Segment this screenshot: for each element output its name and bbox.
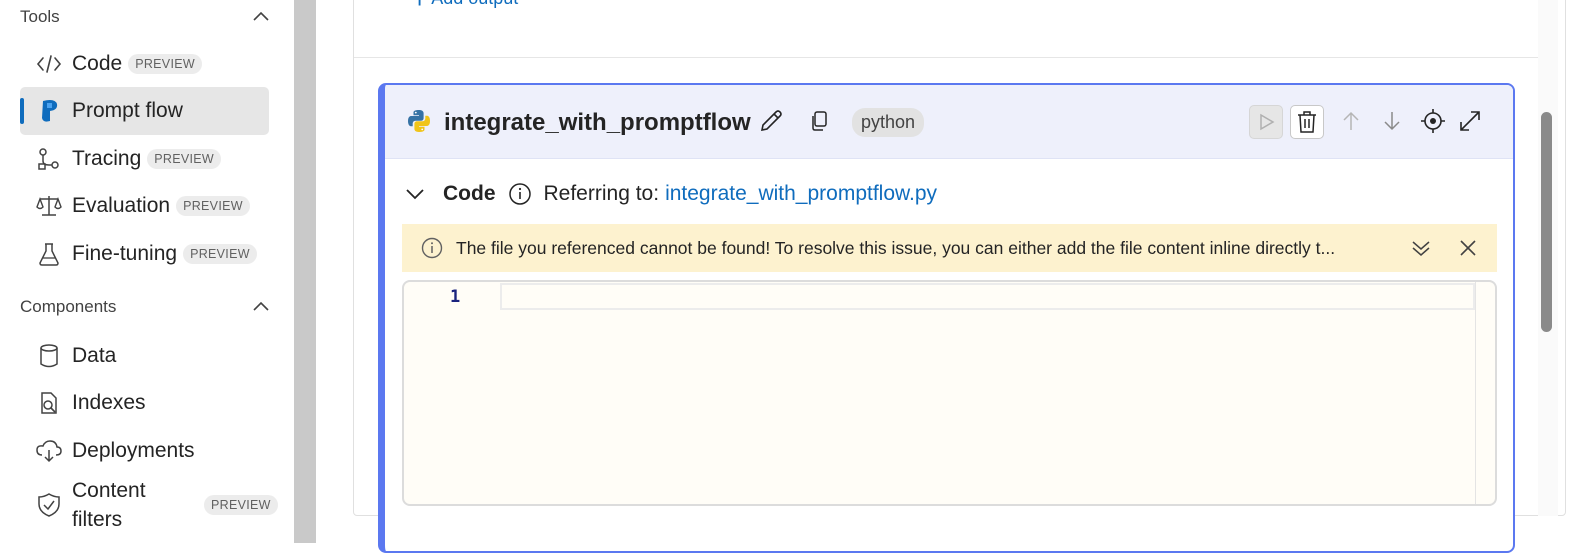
delete-button[interactable] <box>1290 105 1324 139</box>
language-badge: python <box>852 108 925 137</box>
code-editor[interactable]: 1 <box>402 280 1497 506</box>
tools-section-title: Tools <box>20 7 60 26</box>
preview-badge: PREVIEW <box>204 495 278 515</box>
sidebar-item-label: Code <box>72 52 123 75</box>
sidebar-item-data[interactable]: Data <box>20 332 269 380</box>
preview-badge: PREVIEW <box>176 196 250 216</box>
prompt-flow-icon <box>35 97 63 125</box>
close-icon[interactable] <box>1459 239 1477 257</box>
sidebar-item-indexes[interactable]: Indexes <box>20 379 269 427</box>
document-search-icon <box>35 389 63 417</box>
code-icon <box>35 50 63 78</box>
warning-banner: The file you referenced cannot be found!… <box>402 224 1497 272</box>
sidebar-item-label: Deployments <box>72 439 195 462</box>
sidebar-item-fine-tuning[interactable]: Fine-tuning PREVIEW <box>20 230 269 278</box>
play-icon <box>1260 113 1275 131</box>
node-header: integrate_with_promptflow python <box>385 85 1513 159</box>
sidebar-item-deployments[interactable]: Deployments <box>20 427 269 475</box>
sidebar-item-evaluation[interactable]: Evaluation PREVIEW <box>20 182 269 230</box>
divider <box>354 57 1539 58</box>
components-section-title: Components <box>20 297 117 316</box>
node-title: integrate_with_promptflow <box>444 109 751 136</box>
chevron-down-icon[interactable] <box>405 187 425 201</box>
preview-badge: PREVIEW <box>147 149 221 169</box>
referring-label: Referring to: <box>543 182 660 205</box>
code-section-label: Code <box>443 182 496 205</box>
preview-badge: PREVIEW <box>128 54 202 74</box>
add-output-button[interactable]: + Add output <box>412 0 518 12</box>
sidebar-item-prompt-flow[interactable]: Prompt flow <box>20 87 269 135</box>
cloud-icon <box>35 437 63 465</box>
plus-icon: + <box>412 0 427 12</box>
main-content: + Add output integrate_with_promptflow p… <box>316 0 1582 553</box>
components-section-header[interactable]: Components <box>20 292 270 322</box>
sidebar-item-content-filters[interactable]: Content filters PREVIEW <box>20 474 278 536</box>
sidebar-item-label: Data <box>72 344 117 367</box>
sidebar-item-label: Evaluation <box>72 194 171 217</box>
arrow-up-icon[interactable] <box>1338 108 1364 134</box>
pencil-icon[interactable] <box>758 108 784 134</box>
main-scrollbar-thumb[interactable] <box>1541 112 1552 332</box>
left-navigation: Tools Code PREVIEW Prompt flow Tracing P… <box>0 0 294 543</box>
sidebar-item-label: Indexes <box>72 391 146 414</box>
sidebar-item-code[interactable]: Code PREVIEW <box>20 40 269 88</box>
sidebar-item-label: Fine-tuning <box>72 242 178 265</box>
scale-icon <box>35 192 63 220</box>
trash-icon <box>1298 111 1316 133</box>
sidebar-item-label: Tracing <box>72 147 142 170</box>
copy-icon[interactable] <box>807 108 833 134</box>
database-icon <box>35 342 63 370</box>
shield-check-icon <box>35 491 63 519</box>
info-icon <box>421 237 443 259</box>
code-section-header[interactable]: Code Referring to: integrate_with_prompt… <box>405 179 937 209</box>
warning-message: The file you referenced cannot be found!… <box>456 237 1336 258</box>
locate-icon[interactable] <box>1420 108 1446 134</box>
info-icon[interactable] <box>508 182 532 206</box>
tracing-icon <box>35 145 63 173</box>
referring-file-link[interactable]: integrate_with_promptflow.py <box>665 182 937 206</box>
beaker-icon <box>35 240 63 268</box>
arrow-down-icon[interactable] <box>1379 108 1405 134</box>
chevron-up-icon[interactable] <box>252 8 270 26</box>
sidebar-item-label: Prompt flow <box>72 99 183 122</box>
editor-scrollbar[interactable] <box>1475 282 1476 504</box>
add-output-label: Add output <box>431 0 518 9</box>
python-icon <box>408 110 430 132</box>
current-line-highlight[interactable] <box>500 283 1475 310</box>
line-number: 1 <box>450 287 461 307</box>
expand-chevrons-icon[interactable] <box>1410 238 1432 258</box>
sidebar-item-label: filters <box>72 508 123 531</box>
preview-badge: PREVIEW <box>183 244 257 264</box>
sidebar-item-label: Content <box>72 479 146 502</box>
tools-section-header[interactable]: Tools <box>20 2 270 32</box>
run-button[interactable] <box>1249 105 1283 139</box>
sidebar-scrollbar[interactable] <box>294 0 316 543</box>
python-node-card[interactable]: integrate_with_promptflow python Code Re… <box>378 83 1515 553</box>
sidebar-item-tracing[interactable]: Tracing PREVIEW <box>20 135 269 183</box>
expand-icon[interactable] <box>1457 108 1483 134</box>
chevron-up-icon[interactable] <box>252 298 270 316</box>
